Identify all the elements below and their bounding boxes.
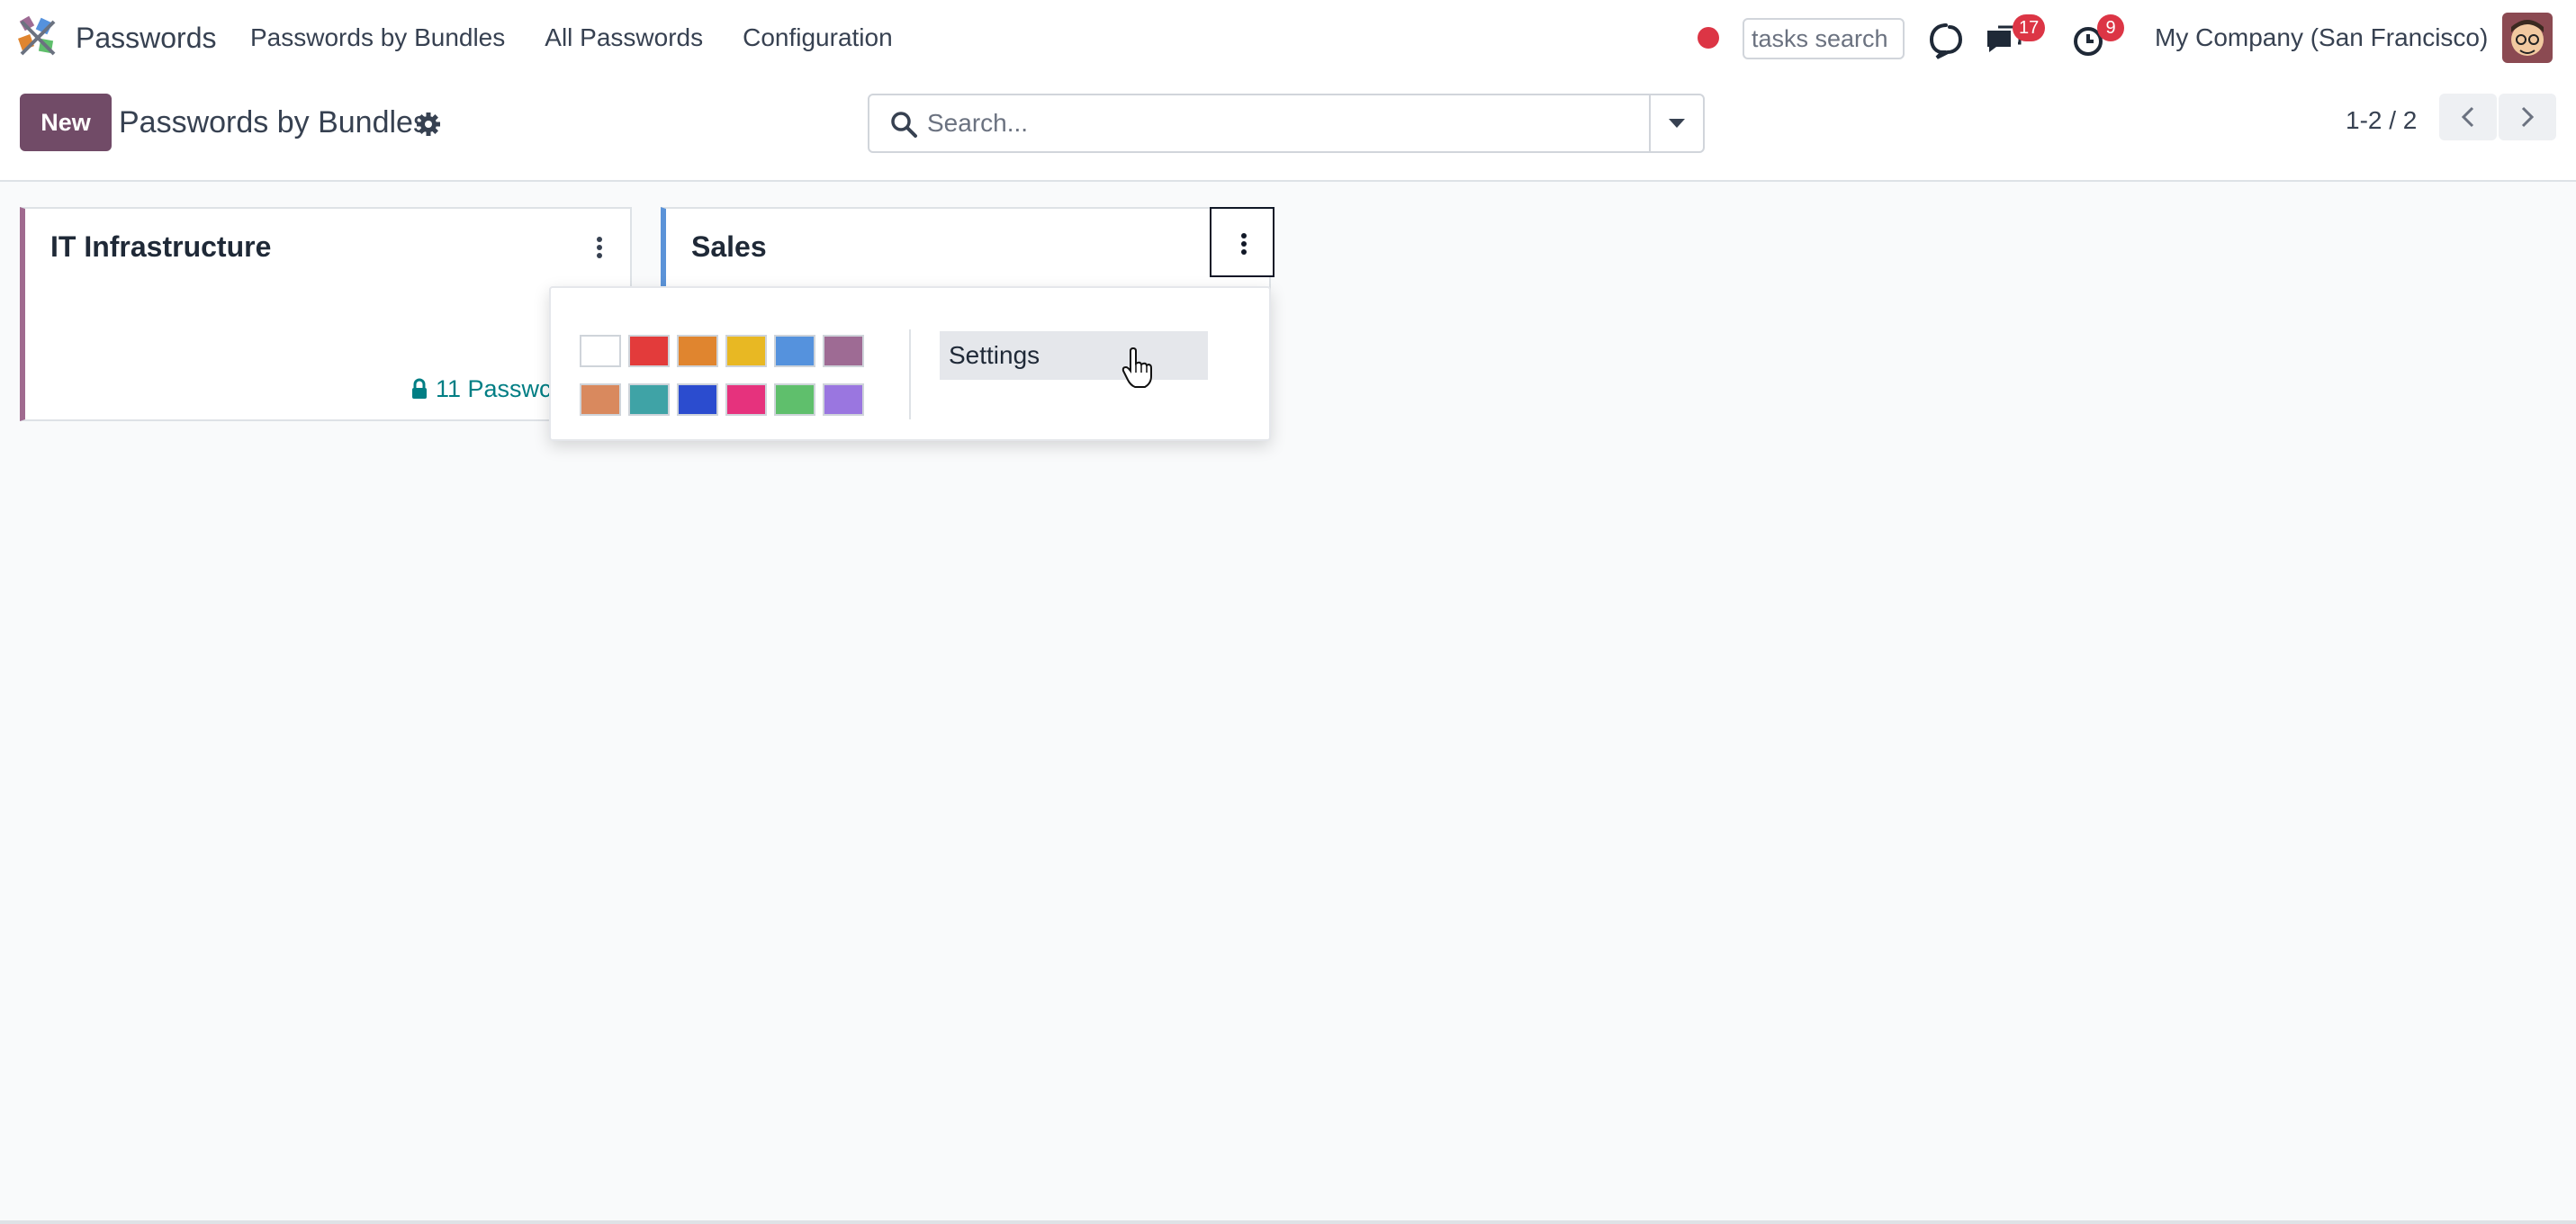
passwords-count-label: 11 Passwc [436, 375, 552, 402]
caret-down-icon [1669, 119, 1685, 128]
pager-previous-button[interactable] [2439, 94, 2497, 140]
card-title: IT Infrastructure [50, 230, 272, 263]
search-icon [891, 112, 917, 138]
vertical-dots-icon [597, 237, 602, 258]
control-panel: New Passwords by Bundles 1-2 / 2 [0, 77, 2576, 182]
color-swatch-2[interactable] [628, 335, 670, 367]
messages-badge: 17 [2013, 14, 2046, 41]
activities-badge: 9 [2097, 14, 2124, 41]
company-switcher[interactable]: My Company (San Francisco) [2155, 20, 2488, 56]
dropdown-divider [909, 329, 911, 419]
color-swatch-11[interactable] [774, 383, 815, 416]
kanban-card-sales[interactable]: Sales [661, 207, 1274, 293]
recording-indicator-icon[interactable] [1698, 27, 1719, 49]
menu-all-passwords[interactable]: All Passwords [545, 20, 703, 56]
kanban-card-it-infrastructure[interactable]: IT Infrastructure 11 Passwc [20, 207, 632, 421]
new-button[interactable]: New [20, 94, 112, 151]
pager-value[interactable]: 1-2 / 2 [2346, 103, 2417, 139]
pager-next-button[interactable] [2499, 94, 2556, 140]
menu-configuration[interactable]: Configuration [743, 20, 893, 56]
color-swatch-1[interactable] [580, 335, 621, 367]
card-menu-button[interactable] [567, 212, 632, 283]
vertical-dots-icon [1241, 233, 1247, 255]
color-swatch-4[interactable] [725, 335, 767, 367]
user-avatar[interactable] [2502, 13, 2553, 63]
search-input[interactable] [927, 101, 1611, 146]
color-swatch-6[interactable] [823, 335, 864, 367]
settings-menu-item[interactable]: Settings [940, 331, 1208, 380]
chevron-right-icon [2521, 106, 2535, 128]
menu-passwords-by-bundles[interactable]: Passwords by Bundles [250, 20, 505, 56]
lock-icon [412, 378, 427, 399]
passwords-count-link[interactable]: 11 Passwc [410, 373, 552, 405]
color-swatch-5[interactable] [774, 335, 815, 367]
app-logo-icon[interactable] [14, 14, 61, 61]
card-title: Sales [691, 230, 767, 263]
chevron-left-icon [2461, 106, 2474, 128]
color-swatch-10[interactable] [725, 383, 767, 416]
page-title: Passwords by Bundles [119, 105, 428, 140]
discuss-swirl-icon[interactable] [1924, 18, 1968, 61]
search-bar [868, 94, 1705, 153]
gear-icon[interactable] [416, 112, 441, 137]
card-menu-button-active[interactable] [1210, 207, 1274, 277]
color-swatch-9[interactable] [677, 383, 718, 416]
color-swatch-7[interactable] [580, 383, 621, 416]
bottom-border [0, 1220, 2576, 1224]
search-options-toggle[interactable] [1649, 95, 1703, 151]
hand-cursor-icon [1121, 347, 1152, 388]
tasks-search-input[interactable] [1743, 18, 1905, 59]
color-swatch-8[interactable] [628, 383, 670, 416]
card-options-dropdown: Settings [549, 286, 1271, 441]
main-menu: Passwords by Bundles All Passwords Confi… [250, 20, 893, 56]
top-navbar: Passwords Passwords by Bundles All Passw… [0, 0, 2576, 77]
color-swatch-12[interactable] [823, 383, 864, 416]
app-name[interactable]: Passwords [76, 20, 217, 56]
color-swatch-3[interactable] [677, 335, 718, 367]
